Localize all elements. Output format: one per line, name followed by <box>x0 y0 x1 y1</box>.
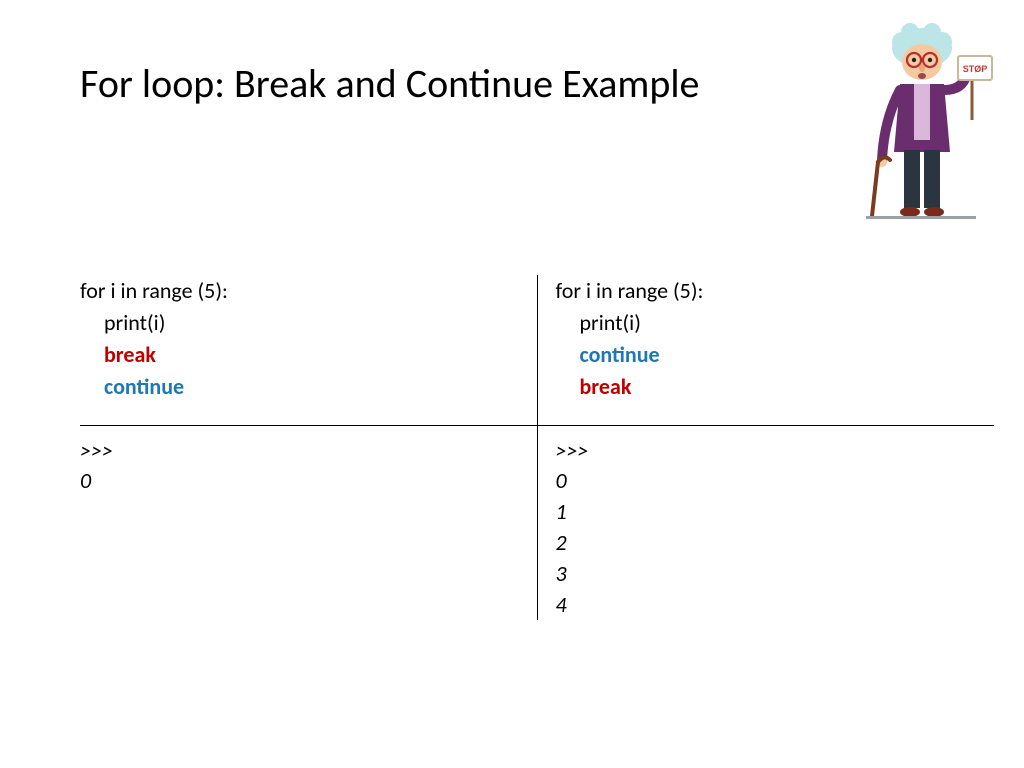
code-line: print(i) <box>556 307 995 339</box>
right-column: for i in range (5): print(i) continue br… <box>537 275 995 425</box>
code-line: for i in range (5): <box>80 275 519 307</box>
output-prompt: >>> <box>80 436 519 467</box>
output-line: 3 <box>556 559 995 590</box>
break-keyword: break <box>80 339 519 371</box>
output-line: 0 <box>556 466 995 497</box>
output-line: 4 <box>556 590 995 621</box>
left-column: for i in range (5): print(i) break conti… <box>80 275 537 425</box>
right-code: for i in range (5): print(i) continue br… <box>556 275 995 425</box>
output-line: 0 <box>80 466 519 497</box>
output-line: 1 <box>556 497 995 528</box>
continue-keyword: continue <box>80 371 519 403</box>
sign-text: STØP <box>963 64 988 74</box>
code-line: for i in range (5): <box>556 275 995 307</box>
grandma-stop-illustration: STØP <box>854 20 994 220</box>
page-title: For loop: Break and Continue Example <box>80 60 800 108</box>
break-keyword: break <box>556 371 995 403</box>
right-output: >>> 0 1 2 3 4 <box>556 426 995 621</box>
continue-keyword: continue <box>556 339 995 371</box>
output-line: 2 <box>556 528 995 559</box>
output-prompt: >>> <box>556 436 995 467</box>
output-columns: >>> 0 >>> 0 1 2 3 4 <box>80 426 994 621</box>
left-output-column: >>> 0 <box>80 426 537 621</box>
slide: For loop: Break and Continue Example <box>0 0 1024 768</box>
code-columns: for i in range (5): print(i) break conti… <box>80 275 994 425</box>
left-code: for i in range (5): print(i) break conti… <box>80 275 519 425</box>
content-area: for i in range (5): print(i) break conti… <box>80 275 994 620</box>
code-line: print(i) <box>80 307 519 339</box>
right-output-column: >>> 0 1 2 3 4 <box>537 426 995 621</box>
left-output: >>> 0 <box>80 426 519 498</box>
